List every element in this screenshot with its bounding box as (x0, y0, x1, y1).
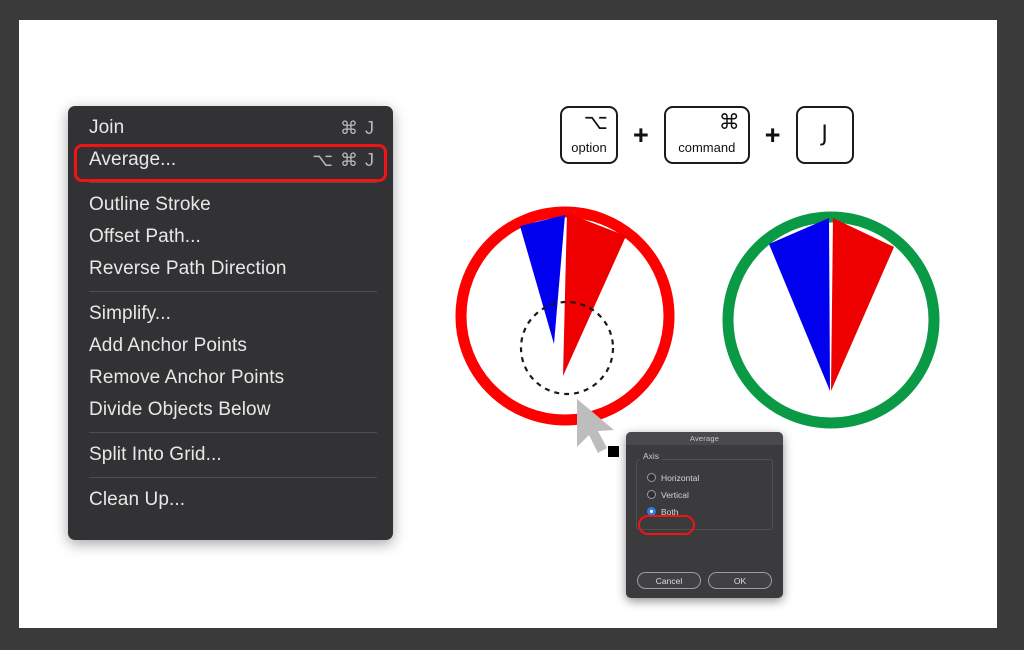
axis-group-label: Axis (640, 451, 663, 461)
radio-icon[interactable] (647, 473, 656, 482)
radio-label: Both (661, 506, 679, 517)
menu-item-label: Add Anchor Points (89, 335, 248, 356)
menu-item-split-into-grid[interactable]: Split Into Grid... (68, 439, 393, 471)
dialog-button-bar: Cancel OK (626, 572, 783, 589)
menu-separator (89, 477, 377, 478)
menu-item-shortcut: ⌥ ⌘ J (312, 149, 375, 170)
artwork-before-average (455, 206, 675, 426)
menu-item-label: Simplify... (89, 303, 172, 324)
key-command[interactable]: ⌘ command (663, 106, 750, 164)
average-dialog[interactable]: Average Axis Horizontal Vertical Both Ca… (626, 432, 783, 598)
menu-separator (89, 432, 377, 433)
ok-button[interactable]: OK (708, 572, 772, 589)
key-label: command (678, 140, 736, 155)
radio-label: Horizontal (661, 472, 700, 483)
menu-item-label: Clean Up... (89, 489, 186, 510)
keyboard-shortcut-group: ⌥ option + ⌘ command + J (560, 106, 854, 164)
dialog-titlebar: Average (626, 432, 783, 445)
radio-option-horizontal[interactable]: Horizontal (645, 469, 764, 486)
menu-item-add-anchor-points[interactable]: Add Anchor Points (68, 330, 393, 362)
key-option[interactable]: ⌥ option (560, 106, 618, 164)
dialog-title: Average (689, 434, 720, 443)
menu-item-label: Offset Path... (89, 226, 201, 247)
key-j[interactable]: J (795, 106, 854, 164)
cursor-shape (577, 399, 614, 453)
menu-item-label: Remove Anchor Points (89, 367, 285, 388)
command-icon: ⌘ (718, 110, 740, 134)
menu-item-outline-stroke[interactable]: Outline Stroke (68, 189, 393, 221)
menu-item-shortcut: ⌘ J (339, 117, 375, 138)
menu-item-label: Join (89, 117, 125, 138)
radio-label: Vertical (661, 489, 689, 500)
option-icon: ⌥ (583, 110, 608, 134)
path-context-menu[interactable]: Join ⌘ J Average... ⌥ ⌘ J Outline Stroke… (68, 106, 393, 540)
radio-icon[interactable] (647, 490, 656, 499)
menu-item-reverse-path-direction[interactable]: Reverse Path Direction (68, 253, 393, 285)
menu-item-average[interactable]: Average... ⌥ ⌘ J (68, 144, 393, 176)
menu-item-offset-path[interactable]: Offset Path... (68, 221, 393, 253)
menu-item-label: Divide Objects Below (89, 399, 271, 420)
plus-separator: + (633, 119, 649, 150)
menu-item-join[interactable]: Join ⌘ J (68, 112, 393, 144)
blue-wedge (520, 215, 565, 344)
radio-icon-selected[interactable] (647, 507, 656, 516)
menu-item-label: Outline Stroke (89, 194, 211, 215)
screenshot-root: Join ⌘ J Average... ⌥ ⌘ J Outline Stroke… (0, 0, 1024, 650)
dialog-body: Axis Horizontal Vertical Both (626, 445, 783, 530)
green-circle-outline (722, 211, 940, 429)
red-wedge (831, 218, 894, 391)
plus-separator: + (764, 119, 781, 150)
radio-option-both[interactable]: Both (645, 503, 764, 520)
cancel-button[interactable]: Cancel (637, 572, 701, 589)
menu-item-label: Split Into Grid... (89, 444, 222, 465)
red-wedge (563, 213, 626, 376)
menu-item-label: Reverse Path Direction (89, 258, 287, 279)
axis-radio-group: Horizontal Vertical Both (636, 459, 773, 530)
key-label: option (571, 140, 607, 155)
artwork-after-average (722, 211, 940, 429)
menu-item-simplify[interactable]: Simplify... (68, 298, 393, 330)
menu-item-label: Average... (89, 149, 177, 170)
blue-wedge (769, 218, 830, 391)
menu-item-divide-objects-below[interactable]: Divide Objects Below (68, 394, 393, 426)
menu-item-clean-up[interactable]: Clean Up... (68, 484, 393, 516)
menu-separator (89, 291, 377, 292)
menu-separator (89, 182, 377, 183)
letter-j-icon: J (821, 121, 828, 147)
anchor-point-square (608, 446, 619, 457)
radio-option-vertical[interactable]: Vertical (645, 486, 764, 503)
menu-item-remove-anchor-points[interactable]: Remove Anchor Points (68, 362, 393, 394)
